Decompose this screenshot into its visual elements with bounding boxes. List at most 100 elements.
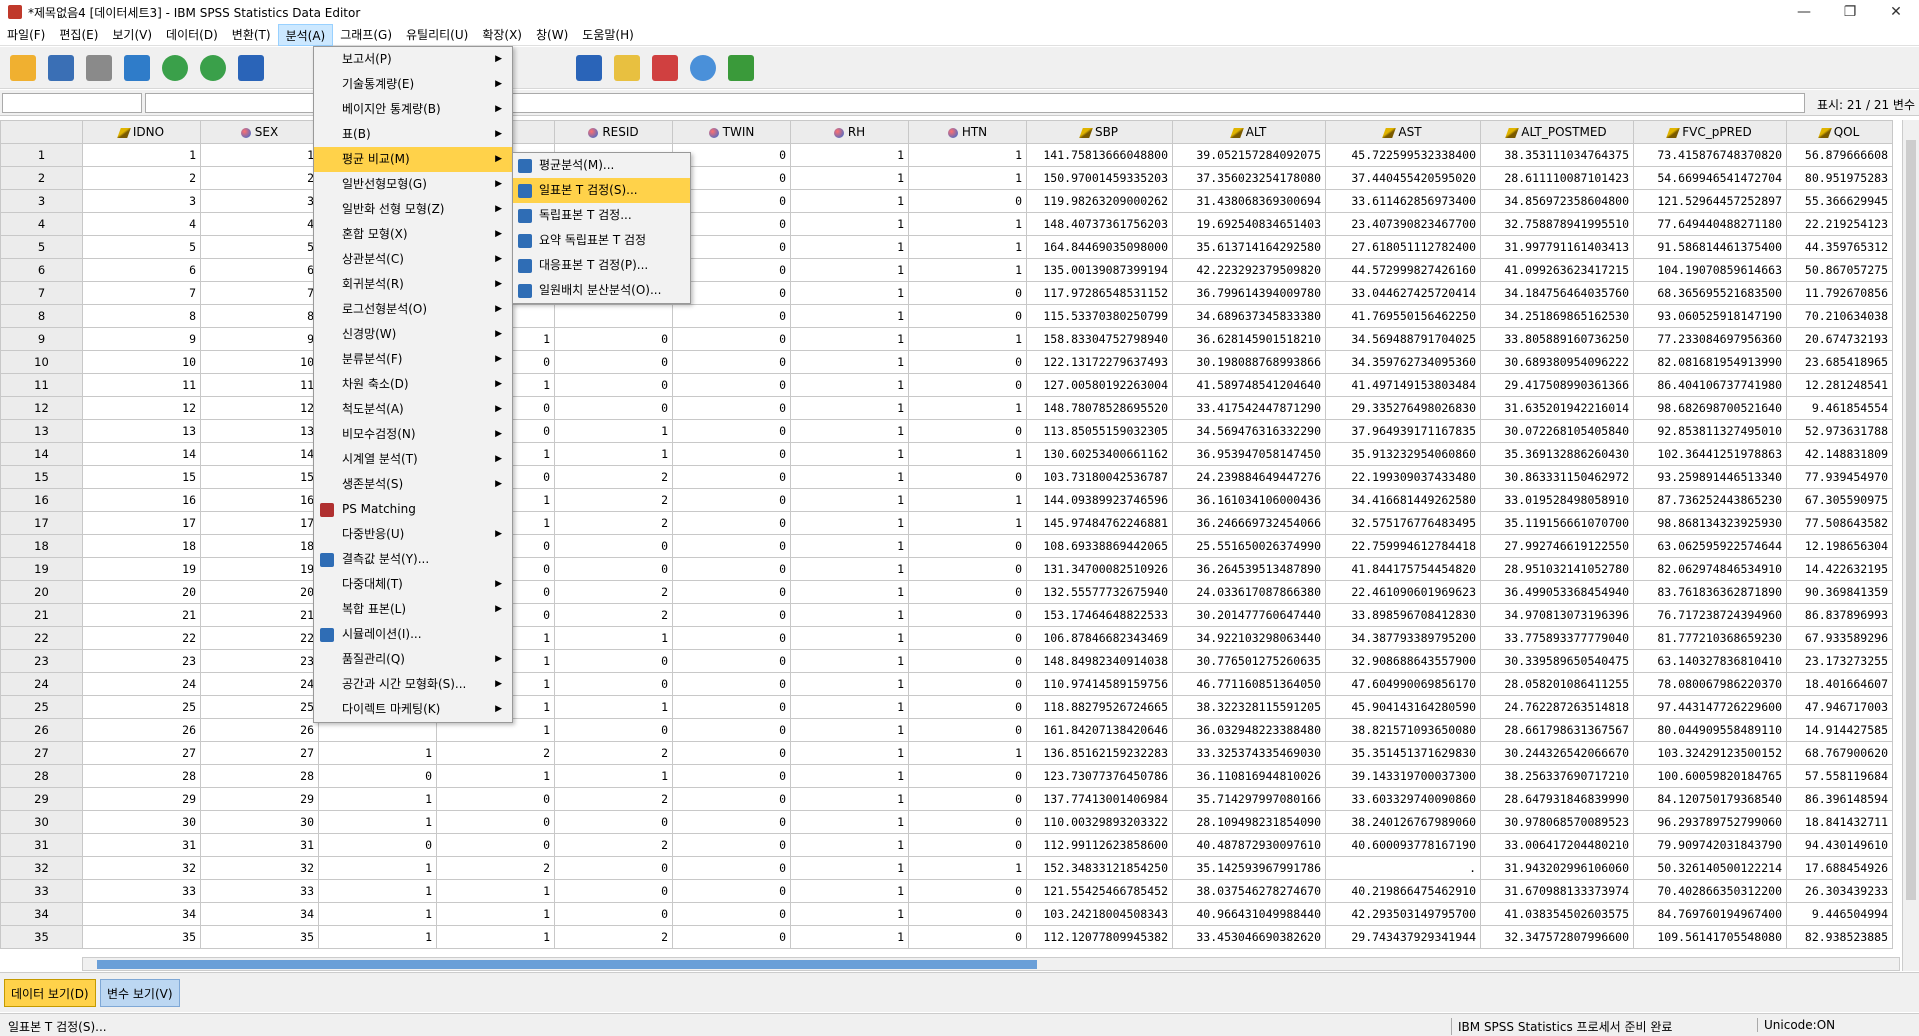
data-cell[interactable]: 23 <box>82 649 201 673</box>
data-cell[interactable]: 132.55577732675940 <box>1026 580 1173 604</box>
data-cell[interactable]: 122.13172279637493 <box>1026 350 1173 374</box>
menu-data[interactable]: 데이터(D) <box>159 24 225 46</box>
data-cell[interactable]: 0 <box>436 833 555 857</box>
data-cell[interactable]: 22.759994612784418 <box>1325 534 1481 558</box>
data-cell[interactable]: 28.647931846839990 <box>1480 787 1634 811</box>
data-cell[interactable]: 24.762287263514818 <box>1480 695 1634 719</box>
data-cell[interactable]: 1 <box>436 879 555 903</box>
data-cell[interactable]: 70.402866350312200 <box>1633 879 1787 903</box>
data-cell[interactable]: 1 <box>436 925 555 949</box>
data-cell[interactable]: 14 <box>200 442 319 466</box>
data-cell[interactable]: 47.946717003 <box>1786 695 1893 719</box>
analyze-menu-item-25[interactable]: 공간과 시간 모형화(S)... ▶ <box>314 672 512 697</box>
data-cell[interactable]: 0 <box>554 396 673 420</box>
data-cell[interactable]: 56.879666608 <box>1786 143 1893 167</box>
data-cell[interactable]: 103.32429123500152 <box>1633 741 1787 765</box>
data-cell[interactable]: 18.841432711 <box>1786 810 1893 834</box>
data-cell[interactable]: 32.347572807996600 <box>1480 925 1634 949</box>
data-cell[interactable]: 68.365695521683500 <box>1633 281 1787 305</box>
data-cell[interactable]: 34.184756464035760 <box>1480 281 1634 305</box>
data-cell[interactable]: 103.24218004508343 <box>1026 902 1173 926</box>
data-cell[interactable]: 1 <box>790 258 909 282</box>
data-cell[interactable]: 14.422632195 <box>1786 557 1893 581</box>
row-number[interactable]: 2 <box>0 166 83 190</box>
data-cell[interactable]: 37.964939171167835 <box>1325 419 1481 443</box>
data-cell[interactable]: 87.736252443865230 <box>1633 488 1787 512</box>
menu-window[interactable]: 창(W) <box>529 24 575 46</box>
data-cell[interactable]: 68.767900620 <box>1786 741 1893 765</box>
data-cell[interactable]: 2 <box>554 833 673 857</box>
data-cell[interactable]: 41.769550156462250 <box>1325 304 1481 328</box>
data-cell[interactable]: 31 <box>200 833 319 857</box>
data-cell[interactable]: 33.044627425720414 <box>1325 281 1481 305</box>
data-cell[interactable]: 148.78078528695520 <box>1026 396 1173 420</box>
data-cell[interactable]: 77.649440488271180 <box>1633 212 1787 236</box>
data-cell[interactable]: 0 <box>554 557 673 581</box>
data-cell[interactable]: 7 <box>82 281 201 305</box>
data-cell[interactable]: 115.53370380250799 <box>1026 304 1173 328</box>
data-cell[interactable]: 35.369132886260430 <box>1480 442 1634 466</box>
data-cell[interactable]: 2 <box>82 166 201 190</box>
data-cell[interactable]: 6 <box>82 258 201 282</box>
data-cell[interactable]: 2 <box>554 511 673 535</box>
menu-extensions[interactable]: 확장(X) <box>475 24 529 46</box>
data-cell[interactable]: . <box>1325 856 1481 880</box>
data-cell[interactable]: 35.351451371629830 <box>1325 741 1481 765</box>
data-cell[interactable]: 144.09389923746596 <box>1026 488 1173 512</box>
data-cell[interactable]: 0 <box>908 350 1027 374</box>
data-cell[interactable]: 30.339589650540475 <box>1480 649 1634 673</box>
data-cell[interactable]: 30.863331150462972 <box>1480 465 1634 489</box>
data-cell[interactable]: 34 <box>200 902 319 926</box>
data-cell[interactable]: 1 <box>318 810 437 834</box>
data-cell[interactable]: 1 <box>908 143 1027 167</box>
data-cell[interactable]: 0 <box>672 396 791 420</box>
data-cell[interactable]: 1 <box>790 189 909 213</box>
data-cell[interactable]: 44.572999827426160 <box>1325 258 1481 282</box>
data-cell[interactable]: 1 <box>790 787 909 811</box>
data-cell[interactable]: 25.551650026374990 <box>1172 534 1326 558</box>
restore-icon[interactable]: ❐ <box>1827 0 1873 24</box>
data-cell[interactable]: 84.120750179368540 <box>1633 787 1787 811</box>
data-cell[interactable]: 1 <box>318 856 437 880</box>
data-cell[interactable]: 33.603329740090860 <box>1325 787 1481 811</box>
data-cell[interactable]: 33.775893377779040 <box>1480 626 1634 650</box>
data-cell[interactable]: 33.805889160736250 <box>1480 327 1634 351</box>
data-cell[interactable]: 1 <box>908 327 1027 351</box>
analyze-menu-item-15[interactable]: 비모수검정(N) ▶ <box>314 422 512 447</box>
data-cell[interactable]: 77.233084697956360 <box>1633 327 1787 351</box>
data-cell[interactable]: 14.914427585 <box>1786 718 1893 742</box>
data-cell[interactable]: 102.36441251978863 <box>1633 442 1787 466</box>
data-cell[interactable]: 1 <box>554 764 673 788</box>
data-cell[interactable]: 0 <box>672 856 791 880</box>
data-cell[interactable]: 36.032948223388480 <box>1172 718 1326 742</box>
data-cell[interactable]: 63.062595922574644 <box>1633 534 1787 558</box>
compare-means-item-5[interactable]: 일원배치 분산분석(O)... <box>513 278 690 303</box>
data-cell[interactable]: 103.73180042536787 <box>1026 465 1173 489</box>
data-cell[interactable]: 11 <box>200 373 319 397</box>
data-cell[interactable]: 13 <box>82 419 201 443</box>
data-cell[interactable]: 110.97414589159756 <box>1026 672 1173 696</box>
data-cell[interactable]: 117.97286548531152 <box>1026 281 1173 305</box>
data-cell[interactable]: 0 <box>554 327 673 351</box>
data-cell[interactable]: 20 <box>82 580 201 604</box>
column-header-alt[interactable]: ALT <box>1172 120 1326 144</box>
data-cell[interactable]: 1 <box>790 741 909 765</box>
data-cell[interactable]: 136.85162159232283 <box>1026 741 1173 765</box>
column-header-resid[interactable]: RESID <box>554 120 673 144</box>
grid-corner[interactable] <box>0 120 83 144</box>
row-number[interactable]: 23 <box>0 649 83 673</box>
use-sets-button[interactable] <box>686 51 720 85</box>
split-file-button[interactable] <box>572 51 606 85</box>
row-number[interactable]: 3 <box>0 189 83 213</box>
data-cell[interactable]: 148.40737361756203 <box>1026 212 1173 236</box>
analyze-menu-item-19[interactable]: 다중반응(U) ▶ <box>314 522 512 547</box>
data-cell[interactable]: 31.943202996106060 <box>1480 856 1634 880</box>
data-cell[interactable]: 1 <box>790 557 909 581</box>
data-cell[interactable]: 77.508643582 <box>1786 511 1893 535</box>
data-cell[interactable]: 30.244326542066670 <box>1480 741 1634 765</box>
row-number[interactable]: 22 <box>0 626 83 650</box>
weight-cases-button[interactable] <box>610 51 644 85</box>
data-cell[interactable]: 0 <box>672 833 791 857</box>
data-cell[interactable]: 0 <box>672 580 791 604</box>
data-cell[interactable]: 36.246669732454066 <box>1172 511 1326 535</box>
